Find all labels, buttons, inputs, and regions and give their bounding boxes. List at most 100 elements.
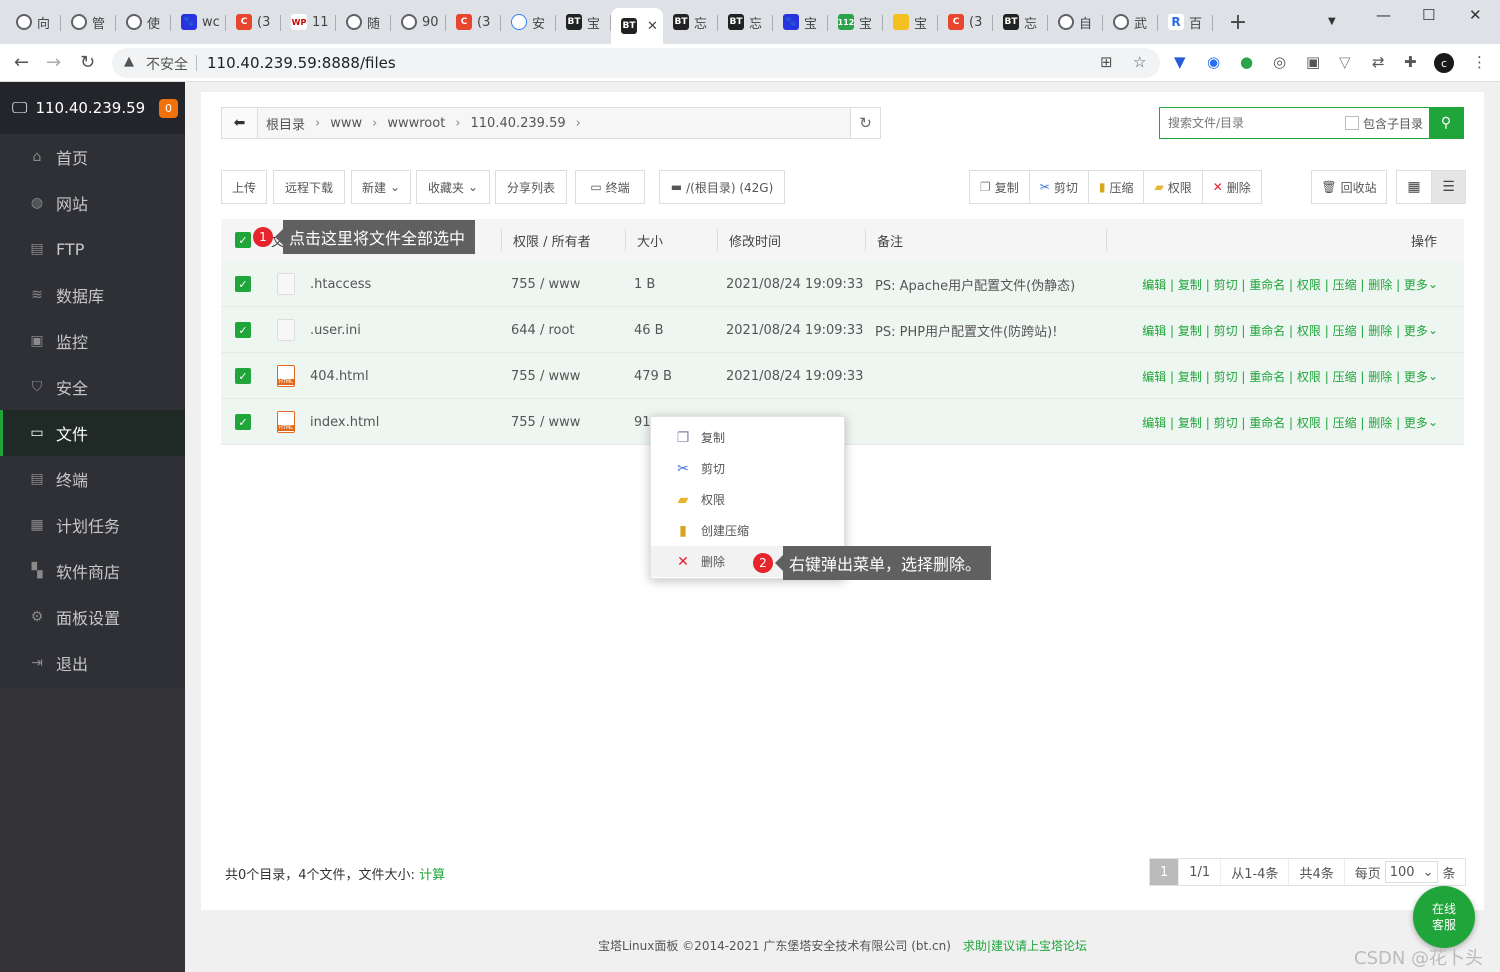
file-name[interactable]: .htaccess [310,261,371,307]
breadcrumb-item[interactable]: 110.40.239.59 [471,116,566,131]
browser-tab[interactable]: 🐾 wc [171,6,226,38]
back-icon[interactable]: ← [14,52,29,73]
file-permission[interactable]: 755 / www [511,399,580,445]
row-checkbox[interactable]: ✓ [235,261,251,307]
include-subdir-option[interactable]: 包含子目录 [1344,108,1429,138]
terminal-button[interactable]: ▭ 终端 [575,170,645,204]
browser-menu-icon[interactable]: ⋮ [1472,53,1487,71]
page-current[interactable]: 1 [1150,859,1180,885]
breadcrumb-item[interactable]: wwwroot [387,116,445,131]
browser-tab[interactable]: BT 宝 [556,6,611,38]
file-name[interactable]: .user.ini [310,307,361,353]
extension-g-icon[interactable]: ◉ [1207,53,1220,71]
extensions-puzzle-icon[interactable]: ✚ [1404,53,1417,71]
recycle-bin-button[interactable]: 🗑 回收站 [1311,170,1387,204]
per-page-select[interactable]: 100 ⌄ [1384,861,1439,883]
context-menu-item[interactable]: ▰ 权限 [651,484,844,515]
disk-button[interactable]: ▬/(根目录) (42G) [659,170,785,204]
col-mtime[interactable]: 修改时间 [717,219,781,261]
table-row[interactable]: ✓ .user.ini 644 / root 46 B 2021/08/24 19:09… [221,307,1464,353]
sidebar-item[interactable]: ⇥ 退出 [0,640,185,686]
browser-tab[interactable]: 武 [1103,6,1158,38]
batch-cut-button[interactable]: ✂ 剪切 [1029,171,1089,203]
close-window-icon[interactable]: ✕ [1469,6,1482,24]
browser-tab[interactable]: 安 [501,6,556,38]
browser-tab[interactable]: BT 忘 [663,6,718,38]
reload-icon[interactable]: ↻ [80,52,95,73]
sidebar-item[interactable]: ▣ 监控 [0,318,185,364]
row-actions[interactable]: 编辑 | 复制 | 剪切 | 重命名 | 权限 | 压缩 | 删除 | 更多 ⌄ [1142,261,1438,307]
share-list-button[interactable]: 分享列表 [495,170,567,204]
row-actions[interactable]: 编辑 | 复制 | 剪切 | 重命名 | 权限 | 压缩 | 删除 | 更多 ⌄ [1142,353,1438,399]
calc-size-link[interactable]: 计算 [419,868,445,883]
upload-button[interactable]: 上传 [221,170,267,204]
browser-tab[interactable]: BT ✕ [611,8,663,44]
extension-notion-icon[interactable]: ▣ [1306,53,1320,71]
url-box[interactable]: ▲ 不安全 110.40.239.59:8888/files [112,48,1160,78]
sidebar-item[interactable]: ⌂ 首页 [0,134,185,180]
file-name[interactable]: 404.html [310,353,369,399]
qr-code-icon[interactable]: ⊞ [1100,53,1113,71]
sidebar-item[interactable]: ▭ 文件 [0,410,185,456]
extension-sync-icon[interactable]: ⇄ [1372,53,1385,71]
select-all-checkbox[interactable]: ✓ [235,219,251,261]
refresh-icon[interactable]: ↻ [850,108,880,138]
sidebar-item[interactable]: ▦ 计划任务 [0,502,185,548]
tab-search-icon[interactable]: ▼ [1328,16,1336,27]
browser-tab[interactable]: 向 [6,6,61,38]
browser-tab[interactable]: 112 宝 [828,6,883,38]
search-icon[interactable]: ⚲ [1429,108,1463,138]
extension-vue-icon[interactable]: ▽ [1339,53,1351,71]
browser-tab[interactable]: 🐾 宝 [773,6,828,38]
col-permission[interactable]: 权限 / 所有者 [501,219,591,261]
sidebar-item[interactable]: ▚ 软件商店 [0,548,185,594]
url-text[interactable]: 110.40.239.59:8888/files [207,54,396,72]
context-menu-item[interactable]: ▮ 创建压缩 [651,515,844,546]
browser-tab[interactable]: 管 [61,6,116,38]
file-permission[interactable]: 755 / www [511,353,580,399]
minimize-icon[interactable]: — [1376,6,1391,24]
grid-view-icon[interactable]: ▦ [1397,171,1431,203]
online-service-button[interactable]: 在线 客服 [1413,886,1475,948]
row-actions[interactable]: 编辑 | 复制 | 剪切 | 重命名 | 权限 | 压缩 | 删除 | 更多 ⌄ [1142,399,1438,445]
maximize-icon[interactable]: ☐ [1422,6,1435,24]
browser-tab[interactable]: WP 11 [281,6,336,38]
browser-tab[interactable]: 自 [1048,6,1103,38]
remote-download-button[interactable]: 远程下载 [273,170,345,204]
favorites-dropdown-button[interactable]: 收藏夹 ⌄ [416,170,490,204]
message-badge[interactable]: 0 [159,99,178,118]
batch-permission-button[interactable]: ▰ 权限 [1144,171,1203,203]
row-checkbox[interactable]: ✓ [235,353,251,399]
path-back-button[interactable]: ⬅ [222,108,258,138]
batch-delete-button[interactable]: ✕ 删除 [1202,171,1261,203]
forum-link[interactable]: 求助|建议请上宝塔论坛 [963,937,1087,954]
breadcrumb-item[interactable]: www [330,116,362,131]
context-menu-item[interactable]: ✂ 剪切 [651,453,844,484]
row-checkbox[interactable]: ✓ [235,399,251,445]
sidebar-item[interactable]: ⛉ 安全 [0,364,185,410]
file-note[interactable]: PS: Apache用户配置文件(伪静态) [875,261,1075,307]
list-view-icon[interactable]: ☰ [1431,171,1465,203]
include-subdir-checkbox[interactable] [1344,116,1359,130]
new-dropdown-button[interactable]: 新建 ⌄ [351,170,411,204]
col-size[interactable]: 大小 [625,219,663,261]
extension-earth-icon[interactable]: ● [1240,53,1253,71]
browser-tab[interactable]: C (3 [446,6,501,38]
row-actions[interactable]: 编辑 | 复制 | 剪切 | 重命名 | 权限 | 压缩 | 删除 | 更多 ⌄ [1142,307,1438,353]
browser-tab[interactable]: BT 忘 [993,6,1048,38]
browser-tab[interactable]: 90 [391,6,446,38]
forward-icon[interactable]: → [46,52,61,73]
search-input[interactable] [1160,108,1345,138]
table-row[interactable]: ✓ 404.html 755 / www 479 B 2021/08/24 19:09:… [221,353,1464,399]
extension-code-icon[interactable]: ◎ [1273,53,1286,71]
file-name[interactable]: index.html [310,399,379,445]
browser-tab[interactable]: 使 [116,6,171,38]
context-menu-item[interactable]: ❐ 复制 [651,422,844,453]
sidebar-item[interactable]: ▤ FTP [0,226,185,272]
browser-tab[interactable]: C (3 [226,6,281,38]
sidebar-item[interactable]: ≋ 数据库 [0,272,185,318]
browser-tab[interactable]: C (3 [938,6,993,38]
file-permission[interactable]: 644 / root [511,307,575,353]
sidebar-item[interactable]: ▤ 终端 [0,456,185,502]
row-checkbox[interactable]: ✓ [235,307,251,353]
